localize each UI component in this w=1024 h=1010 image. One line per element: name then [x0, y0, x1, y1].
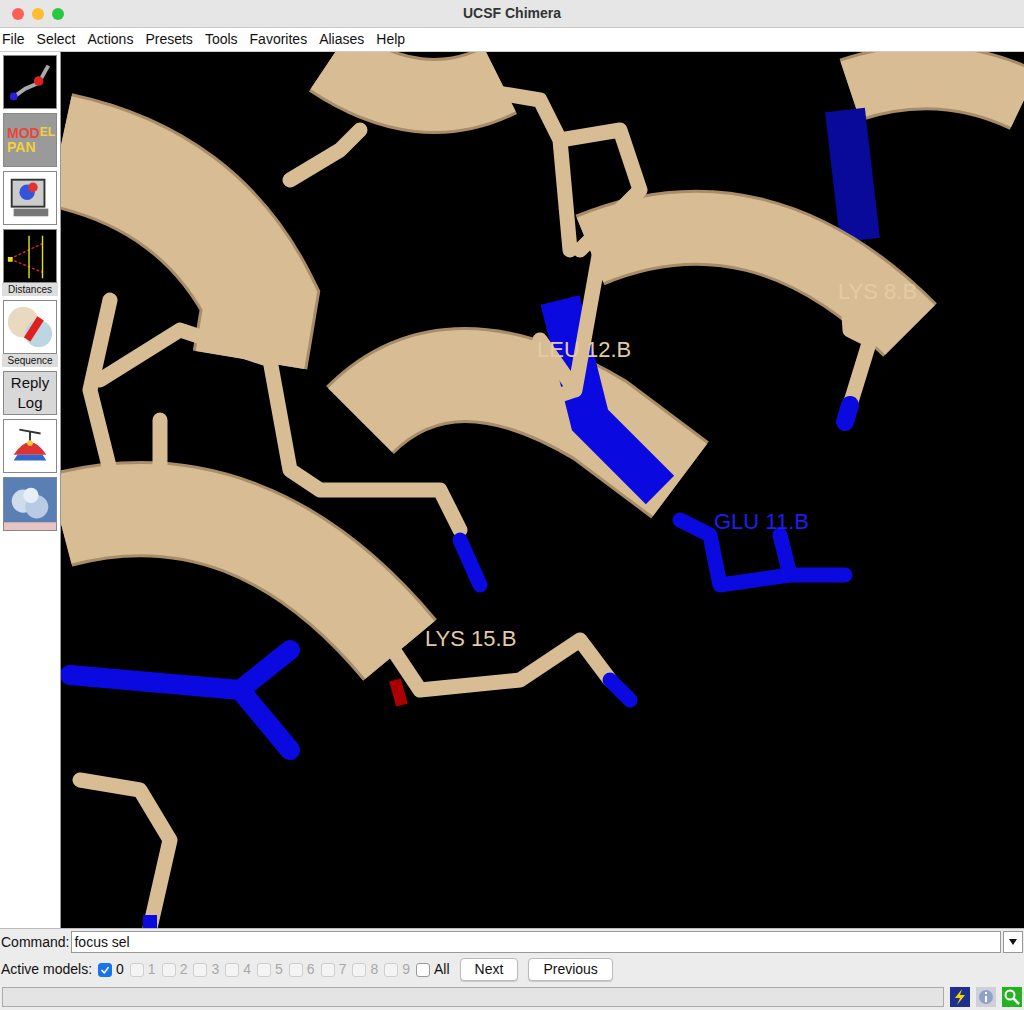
residue-label: LYS 15.B — [425, 626, 516, 652]
bond-stick — [70, 300, 160, 520]
checkbox[interactable] — [416, 963, 430, 977]
helix-segment — [845, 110, 860, 240]
status-bar — [0, 984, 1024, 1010]
minimize-button[interactable] — [32, 8, 44, 20]
check-icon — [100, 965, 110, 975]
residue-label: GLU 11.B — [714, 509, 809, 535]
model-checkbox[interactable]: 3 — [193, 959, 219, 980]
checkbox[interactable] — [193, 963, 207, 977]
toolbar-item[interactable] — [3, 55, 57, 109]
graphics-viewport[interactable]: LYS 8.B LEU 12.B GLU 11.B LYS 15.B — [61, 52, 1024, 928]
toolbar-item[interactable]: MODELPAN — [3, 113, 57, 167]
model-checkbox[interactable]: 8 — [352, 959, 378, 980]
checkbox[interactable] — [352, 963, 366, 977]
checkbox[interactable] — [130, 963, 144, 977]
helix-ribbon — [590, 228, 910, 330]
info-icon[interactable] — [976, 987, 996, 1007]
menu-bar: File Select Actions Presets Tools Favorites Al… — [0, 28, 1024, 52]
checkbox[interactable] — [162, 963, 176, 977]
active-models-row: Active models: 0123456789 All Next Previous — [0, 955, 1024, 984]
toolbar-item[interactable] — [3, 477, 57, 531]
nitrogen-atom — [143, 915, 157, 928]
bond-stick — [290, 90, 640, 250]
menu-item[interactable]: Favorites — [250, 29, 308, 50]
residue-label: LEU 12.B — [537, 337, 631, 363]
command-label: Command: — [1, 932, 69, 953]
toolbar-item[interactable] — [3, 171, 57, 225]
propeller-hat-icon[interactable] — [3, 419, 57, 473]
traffic-lights — [12, 8, 64, 20]
model-checkbox[interactable]: 9 — [384, 959, 410, 980]
surface-icon[interactable] — [3, 477, 57, 531]
toolbar-item[interactable]: Distances — [2, 229, 58, 296]
window-title: UCSF Chimera — [463, 3, 561, 24]
menu-item[interactable]: Actions — [87, 29, 133, 50]
command-input[interactable]: focus sel — [71, 931, 1001, 953]
checkbox[interactable] — [98, 963, 112, 977]
molecule-scene-icon[interactable] — [61, 52, 1024, 928]
model-checkbox[interactable]: 1 — [130, 959, 156, 980]
bond-stick — [610, 680, 630, 700]
bond-stick — [70, 650, 290, 750]
magnifier-icon[interactable] — [1002, 987, 1022, 1007]
stick-model-icon[interactable] — [3, 55, 57, 109]
checkbox[interactable] — [384, 963, 398, 977]
computer-icon[interactable] — [3, 171, 57, 225]
model-checkbox[interactable]: 2 — [162, 959, 188, 980]
menu-item[interactable]: Aliases — [319, 29, 364, 50]
toolbar-label: Distances — [2, 283, 58, 296]
toolbar-item[interactable]: Sequence — [2, 300, 58, 367]
menu-item[interactable]: Tools — [205, 29, 238, 50]
dropdown-arrow-icon — [1008, 937, 1018, 947]
close-button[interactable] — [12, 8, 24, 20]
bond-stick — [540, 250, 600, 400]
bond-stick — [80, 780, 170, 928]
model-panel-icon[interactable]: MODELPAN — [3, 113, 57, 167]
main-area: MODELPANDistancesSequenceReply LogLYS 8.… — [0, 52, 1024, 928]
command-row: Command:focus sel — [0, 928, 1024, 955]
helix-ribbon — [61, 509, 400, 650]
model-checkbox[interactable]: 0 — [98, 959, 124, 980]
active-models-label: Active models: — [1, 959, 92, 980]
status-field — [2, 987, 944, 1007]
distances-icon[interactable] — [3, 229, 57, 283]
menu-item[interactable]: Presets — [145, 29, 192, 50]
bond-stick — [845, 405, 850, 422]
helix-ribbon — [61, 150, 260, 360]
model-checkbox[interactable]: 4 — [225, 959, 251, 980]
chimera-window: UCSF Chimera File Select Actions Presets Tool… — [0, 0, 1024, 1010]
menu-item[interactable]: Select — [37, 29, 76, 50]
toolbar-item[interactable] — [3, 419, 57, 473]
checkbox[interactable] — [289, 963, 303, 977]
history-dropdown[interactable] — [1003, 931, 1023, 953]
bond-stick — [845, 255, 870, 405]
model-checkbox[interactable]: 5 — [257, 959, 283, 980]
checkbox[interactable] — [257, 963, 271, 977]
all-checkbox[interactable]: All — [416, 959, 450, 980]
model-checkbox[interactable]: 6 — [289, 959, 315, 980]
model-nav-button[interactable]: Next — [460, 958, 519, 981]
lightning-icon[interactable] — [950, 987, 970, 1007]
menu-item[interactable]: File — [2, 29, 25, 50]
reply-log-button[interactable]: Reply Log — [3, 371, 57, 415]
model-nav-button[interactable]: Previous — [528, 958, 612, 981]
sphere-icon[interactable] — [3, 300, 57, 354]
title-bar: UCSF Chimera — [0, 0, 1024, 28]
menu-item[interactable]: Help — [376, 29, 405, 50]
helix-ribbon — [850, 77, 1024, 100]
bond-stick — [460, 540, 480, 585]
checkbox[interactable] — [225, 963, 239, 977]
toolbar-label: Sequence — [2, 354, 58, 367]
oxygen-atom — [395, 680, 402, 705]
zoom-button[interactable] — [52, 8, 64, 20]
model-checkbox[interactable]: 7 — [321, 959, 347, 980]
checkbox[interactable] — [321, 963, 335, 977]
residue-label: LYS 8.B — [838, 279, 917, 305]
toolbar: MODELPAN Distances Sequence Reply Log — [0, 52, 61, 928]
